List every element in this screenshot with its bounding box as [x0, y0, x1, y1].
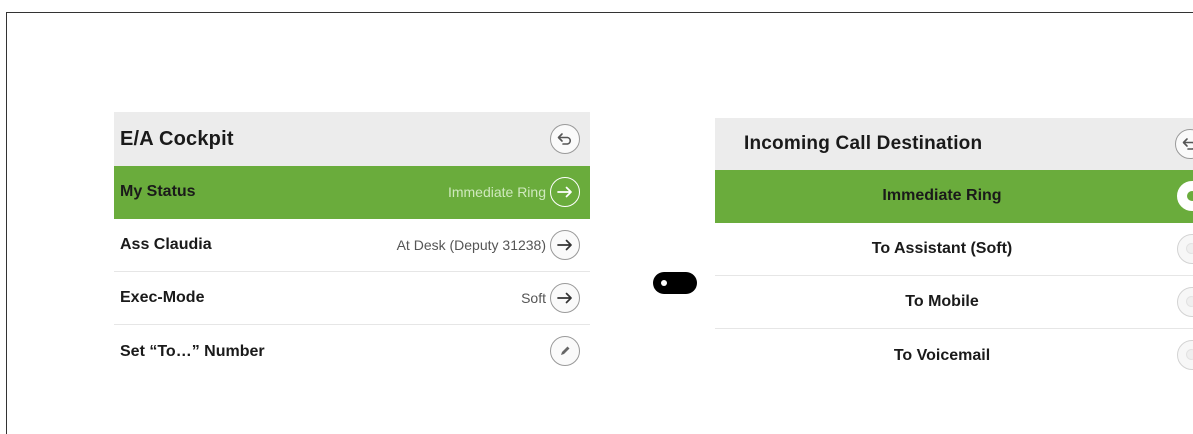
toggle-knob: [661, 280, 667, 286]
option-to-assistant[interactable]: To Assistant (Soft): [715, 223, 1193, 276]
incoming-call-header: Incoming Call Destination: [715, 118, 1193, 170]
radio-unselected[interactable]: [1177, 287, 1193, 317]
option-to-voicemail[interactable]: To Voicemail: [715, 329, 1193, 382]
edit-to-number-button[interactable]: [550, 336, 580, 366]
menu-row-set-to-number[interactable]: Set “To…” Number: [114, 325, 590, 378]
ea-cockpit-panel: E/A Cockpit My Status Immediate Ring Ass…: [114, 112, 590, 378]
menu-row-label: Exec-Mode: [120, 289, 205, 306]
option-label: Immediate Ring: [882, 187, 1002, 204]
arrow-right-icon: [557, 239, 572, 251]
menu-row-value: Soft: [521, 290, 546, 306]
back-arrow-icon: [557, 133, 571, 145]
menu-row-exec-mode[interactable]: Exec-Mode Soft: [114, 272, 590, 325]
radio-unselected[interactable]: [1177, 234, 1193, 264]
option-immediate-ring[interactable]: Immediate Ring: [715, 170, 1193, 223]
back-button[interactable]: [1175, 129, 1193, 159]
arrow-right-icon: [557, 186, 572, 198]
option-to-mobile[interactable]: To Mobile: [715, 276, 1193, 329]
ea-cockpit-title: E/A Cockpit: [120, 127, 234, 150]
back-arrow-icon: [1182, 138, 1193, 150]
radio-selected[interactable]: [1177, 181, 1193, 211]
menu-row-ass-claudia[interactable]: Ass Claudia At Desk (Deputy 31238): [114, 219, 590, 272]
radio-unselected[interactable]: [1177, 340, 1193, 370]
menu-row-label: Set “To…” Number: [120, 342, 265, 360]
pencil-icon: [561, 346, 570, 355]
option-label: To Voicemail: [893, 346, 991, 364]
toggle-indicator: [653, 272, 697, 294]
menu-row-label: My Status: [120, 183, 196, 200]
back-button[interactable]: [550, 124, 580, 154]
menu-row-my-status[interactable]: My Status Immediate Ring: [114, 166, 590, 219]
open-exec-mode-button[interactable]: [550, 283, 580, 313]
ea-cockpit-header: E/A Cockpit: [114, 112, 590, 166]
option-label: To Mobile: [905, 293, 979, 310]
incoming-call-title: Incoming Call Destination: [744, 133, 983, 154]
open-ass-claudia-button[interactable]: [550, 230, 580, 260]
option-label: To Assistant (Soft): [871, 240, 1013, 257]
menu-row-value: At Desk (Deputy 31238): [396, 237, 546, 253]
menu-row-value: Immediate Ring: [447, 184, 546, 200]
menu-row-label: Ass Claudia: [120, 236, 212, 253]
incoming-call-destination-panel: Incoming Call Destination Immediate Ring…: [715, 118, 1193, 382]
open-my-status-button[interactable]: [550, 177, 580, 207]
arrow-right-icon: [557, 292, 572, 304]
